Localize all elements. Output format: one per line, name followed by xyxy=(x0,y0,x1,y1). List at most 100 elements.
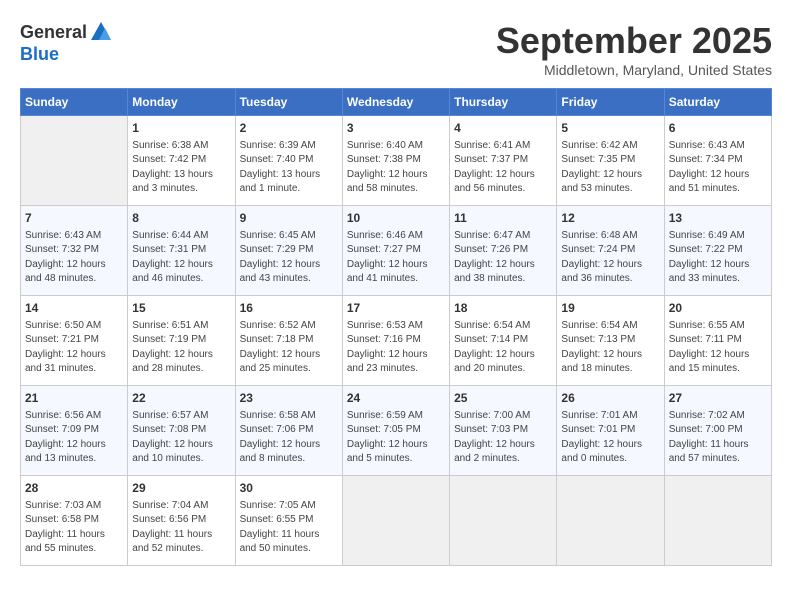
day-number: 17 xyxy=(347,300,445,317)
day-info: Sunrise: 6:56 AM Sunset: 7:09 PM Dayligh… xyxy=(25,409,123,467)
calendar-cell: 28Sunrise: 7:03 AM Sunset: 6:58 PM Dayli… xyxy=(21,476,128,566)
day-info: Sunrise: 6:55 AM Sunset: 7:11 PM Dayligh… xyxy=(669,319,767,377)
day-info: Sunrise: 6:52 AM Sunset: 7:18 PM Dayligh… xyxy=(240,319,338,377)
day-info: Sunrise: 6:57 AM Sunset: 7:08 PM Dayligh… xyxy=(132,409,230,467)
calendar-week-row: 14 Sunrise: 6:50 AM Sunset: 7:21 PM Dayli… xyxy=(21,296,772,386)
day-number: 1 xyxy=(132,120,230,137)
day-number: 12 xyxy=(561,210,659,227)
day-number: 14 xyxy=(25,300,123,317)
calendar-cell: 1Sunrise: 6:38 AM Sunset: 7:42 PM Daylig… xyxy=(128,116,235,206)
day-info: Sunrise: 6:43 AM Sunset: 7:34 PM Dayligh… xyxy=(669,139,767,197)
day-number: 22 xyxy=(132,390,230,407)
day-number: 18 xyxy=(454,300,552,317)
calendar-cell: 2 Sunrise: 6:39 AM Sunset: 7:40 PM Daylig… xyxy=(235,116,342,206)
calendar-week-row: 1Sunrise: 6:38 AM Sunset: 7:42 PM Daylig… xyxy=(21,116,772,206)
column-header-sunday: Sunday xyxy=(21,89,128,116)
calendar-cell: 18 Sunrise: 6:54 AM Sunset: 7:14 PM Dayli… xyxy=(450,296,557,386)
day-number: 4 xyxy=(454,120,552,137)
day-number: 27 xyxy=(669,390,767,407)
day-info: Sunrise: 6:53 AM Sunset: 7:16 PM Dayligh… xyxy=(347,319,445,377)
day-info: Sunrise: 6:39 AM Sunset: 7:40 PM Dayligh… xyxy=(240,139,338,197)
calendar-week-row: 28Sunrise: 7:03 AM Sunset: 6:58 PM Dayli… xyxy=(21,476,772,566)
calendar-cell: 30Sunrise: 7:05 AM Sunset: 6:55 PM Dayli… xyxy=(235,476,342,566)
calendar-cell xyxy=(557,476,664,566)
day-info: Sunrise: 7:01 AM Sunset: 7:01 PM Dayligh… xyxy=(561,409,659,467)
logo-blue-text: Blue xyxy=(20,44,59,65)
day-number: 2 xyxy=(240,120,338,137)
calendar-cell: 13Sunrise: 6:49 AM Sunset: 7:22 PM Dayli… xyxy=(664,206,771,296)
logo-general-text: General xyxy=(20,22,87,43)
day-info: Sunrise: 6:51 AM Sunset: 7:19 PM Dayligh… xyxy=(132,319,230,377)
day-info: Sunrise: 6:40 AM Sunset: 7:38 PM Dayligh… xyxy=(347,139,445,197)
day-number: 15 xyxy=(132,300,230,317)
calendar-header-row: SundayMondayTuesdayWednesdayThursdayFrid… xyxy=(21,89,772,116)
day-info: Sunrise: 6:41 AM Sunset: 7:37 PM Dayligh… xyxy=(454,139,552,197)
calendar-cell: 12 Sunrise: 6:48 AM Sunset: 7:24 PM Dayli… xyxy=(557,206,664,296)
calendar-cell xyxy=(664,476,771,566)
calendar-cell: 25 Sunrise: 7:00 AM Sunset: 7:03 PM Dayli… xyxy=(450,386,557,476)
calendar-week-row: 7Sunrise: 6:43 AM Sunset: 7:32 PM Daylig… xyxy=(21,206,772,296)
day-number: 10 xyxy=(347,210,445,227)
calendar-cell: 3 Sunrise: 6:40 AM Sunset: 7:38 PM Daylig… xyxy=(342,116,449,206)
calendar-cell: 16 Sunrise: 6:52 AM Sunset: 7:18 PM Dayli… xyxy=(235,296,342,386)
calendar-cell: 14 Sunrise: 6:50 AM Sunset: 7:21 PM Dayli… xyxy=(21,296,128,386)
day-number: 16 xyxy=(240,300,338,317)
day-info: Sunrise: 6:48 AM Sunset: 7:24 PM Dayligh… xyxy=(561,229,659,287)
day-number: 7 xyxy=(25,210,123,227)
day-number: 6 xyxy=(669,120,767,137)
day-number: 11 xyxy=(454,210,552,227)
day-number: 3 xyxy=(347,120,445,137)
calendar-cell: 4 Sunrise: 6:41 AM Sunset: 7:37 PM Daylig… xyxy=(450,116,557,206)
calendar-cell: 6 Sunrise: 6:43 AM Sunset: 7:34 PM Daylig… xyxy=(664,116,771,206)
day-info: Sunrise: 7:04 AM Sunset: 6:56 PM Dayligh… xyxy=(132,499,230,557)
calendar-cell: 22 Sunrise: 6:57 AM Sunset: 7:08 PM Dayli… xyxy=(128,386,235,476)
calendar-cell xyxy=(21,116,128,206)
day-info: Sunrise: 6:45 AM Sunset: 7:29 PM Dayligh… xyxy=(240,229,338,287)
day-info: Sunrise: 7:00 AM Sunset: 7:03 PM Dayligh… xyxy=(454,409,552,467)
calendar-cell: 19 Sunrise: 6:54 AM Sunset: 7:13 PM Dayli… xyxy=(557,296,664,386)
calendar-cell: 10Sunrise: 6:46 AM Sunset: 7:27 PM Dayli… xyxy=(342,206,449,296)
day-number: 25 xyxy=(454,390,552,407)
day-info: Sunrise: 6:42 AM Sunset: 7:35 PM Dayligh… xyxy=(561,139,659,197)
day-number: 28 xyxy=(25,480,123,497)
calendar-cell: 27 Sunrise: 7:02 AM Sunset: 7:00 PM Dayli… xyxy=(664,386,771,476)
day-info: Sunrise: 6:44 AM Sunset: 7:31 PM Dayligh… xyxy=(132,229,230,287)
calendar-cell: 17 Sunrise: 6:53 AM Sunset: 7:16 PM Dayli… xyxy=(342,296,449,386)
calendar-week-row: 21 Sunrise: 6:56 AM Sunset: 7:09 PM Dayli… xyxy=(21,386,772,476)
column-header-monday: Monday xyxy=(128,89,235,116)
day-info: Sunrise: 7:02 AM Sunset: 7:00 PM Dayligh… xyxy=(669,409,767,467)
calendar-cell xyxy=(450,476,557,566)
calendar-cell: 9 Sunrise: 6:45 AM Sunset: 7:29 PM Daylig… xyxy=(235,206,342,296)
column-header-friday: Friday xyxy=(557,89,664,116)
day-number: 19 xyxy=(561,300,659,317)
day-info: Sunrise: 6:47 AM Sunset: 7:26 PM Dayligh… xyxy=(454,229,552,287)
day-info: Sunrise: 6:49 AM Sunset: 7:22 PM Dayligh… xyxy=(669,229,767,287)
day-number: 8 xyxy=(132,210,230,227)
day-info: Sunrise: 6:54 AM Sunset: 7:13 PM Dayligh… xyxy=(561,319,659,377)
calendar-cell: 23Sunrise: 6:58 AM Sunset: 7:06 PM Dayli… xyxy=(235,386,342,476)
calendar-cell: 26 Sunrise: 7:01 AM Sunset: 7:01 PM Dayli… xyxy=(557,386,664,476)
day-info: Sunrise: 6:50 AM Sunset: 7:21 PM Dayligh… xyxy=(25,319,123,377)
day-number: 21 xyxy=(25,390,123,407)
calendar-cell: 11 Sunrise: 6:47 AM Sunset: 7:26 PM Dayli… xyxy=(450,206,557,296)
calendar-cell: 15 Sunrise: 6:51 AM Sunset: 7:19 PM Dayli… xyxy=(128,296,235,386)
day-number: 20 xyxy=(669,300,767,317)
day-number: 26 xyxy=(561,390,659,407)
calendar-table: SundayMondayTuesdayWednesdayThursdayFrid… xyxy=(20,88,772,566)
day-info: Sunrise: 6:58 AM Sunset: 7:06 PM Dayligh… xyxy=(240,409,338,467)
title-block: September 2025 Middletown, Maryland, Uni… xyxy=(496,20,772,78)
calendar-cell: 21 Sunrise: 6:56 AM Sunset: 7:09 PM Dayli… xyxy=(21,386,128,476)
day-info: Sunrise: 6:54 AM Sunset: 7:14 PM Dayligh… xyxy=(454,319,552,377)
column-header-tuesday: Tuesday xyxy=(235,89,342,116)
day-number: 5 xyxy=(561,120,659,137)
calendar-cell: 20 Sunrise: 6:55 AM Sunset: 7:11 PM Dayli… xyxy=(664,296,771,386)
column-header-thursday: Thursday xyxy=(450,89,557,116)
calendar-cell: 7Sunrise: 6:43 AM Sunset: 7:32 PM Daylig… xyxy=(21,206,128,296)
day-info: Sunrise: 6:59 AM Sunset: 7:05 PM Dayligh… xyxy=(347,409,445,467)
calendar-cell: 8 Sunrise: 6:44 AM Sunset: 7:31 PM Daylig… xyxy=(128,206,235,296)
calendar-cell: 24 Sunrise: 6:59 AM Sunset: 7:05 PM Dayli… xyxy=(342,386,449,476)
page-header: General Blue September 2025 Middletown, … xyxy=(20,20,772,78)
location-text: Middletown, Maryland, United States xyxy=(496,62,772,78)
day-number: 9 xyxy=(240,210,338,227)
day-number: 24 xyxy=(347,390,445,407)
